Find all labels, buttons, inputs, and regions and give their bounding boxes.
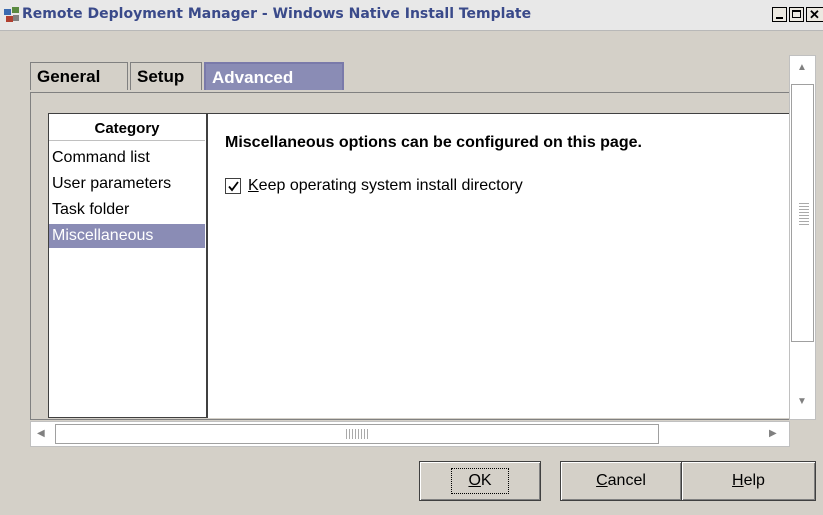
window-title: Remote Deployment Manager - Windows Nati… (22, 6, 532, 22)
checkmark-icon (228, 181, 239, 192)
minimize-icon (776, 17, 783, 19)
category-item-command-list[interactable]: Command list (49, 146, 205, 170)
horizontal-scrollbar[interactable]: ◀ ▶ (30, 421, 790, 447)
maximize-icon (792, 10, 801, 18)
ok-button[interactable]: OK (419, 461, 541, 501)
scroll-left-icon[interactable]: ◀ (37, 428, 45, 439)
scroll-down-icon[interactable]: ▼ (797, 396, 807, 407)
checkbox-mnemonic: K (248, 177, 259, 194)
checkbox-label-text: eep operating system install directory (258, 177, 523, 194)
rdm-app-icon (4, 7, 19, 22)
close-button[interactable]: ✕ (806, 7, 823, 22)
scroll-up-icon[interactable]: ▲ (797, 62, 807, 73)
help-mnemonic: H (732, 472, 744, 489)
vertical-scrollbar[interactable]: ▲ ▼ (789, 55, 816, 420)
options-pane: Miscellaneous options can be configured … (208, 113, 790, 418)
help-button[interactable]: Help (681, 461, 816, 501)
dialog-window: Remote Deployment Manager - Windows Nati… (0, 0, 823, 515)
tab-general[interactable]: General (30, 62, 128, 90)
category-header-divider (49, 140, 205, 141)
minimize-button[interactable] (772, 7, 787, 22)
help-label-rest: elp (743, 472, 765, 489)
keep-install-directory-checkbox[interactable] (225, 178, 241, 194)
thumb-grip-icon (799, 203, 809, 225)
maximize-button[interactable] (789, 7, 804, 22)
cancel-mnemonic: C (596, 472, 608, 489)
horizontal-scroll-thumb[interactable] (55, 424, 659, 444)
title-bar[interactable]: Remote Deployment Manager - Windows Nati… (0, 0, 823, 31)
keep-install-directory-label[interactable]: Keep operating system install directory (248, 177, 523, 195)
tab-advanced[interactable]: Advanced (204, 62, 344, 90)
category-list: Category Command list User parameters Ta… (48, 113, 206, 418)
ok-button-label: OK (451, 468, 509, 494)
cancel-label-rest: ancel (607, 472, 646, 489)
category-header: Category (94, 120, 160, 137)
close-icon: ✕ (809, 7, 820, 22)
category-item-user-parameters[interactable]: User parameters (49, 172, 205, 196)
category-item-task-folder[interactable]: Task folder (49, 198, 205, 222)
scroll-right-icon[interactable]: ▶ (769, 428, 777, 439)
ok-label-rest: K (480, 472, 492, 489)
page-heading: Miscellaneous options can be configured … (225, 134, 642, 151)
cancel-button[interactable]: Cancel (560, 461, 682, 501)
tab-setup[interactable]: Setup (130, 62, 202, 90)
vertical-scroll-thumb[interactable] (791, 84, 814, 342)
ok-mnemonic: O (468, 472, 481, 489)
category-item-miscellaneous[interactable]: Miscellaneous (49, 224, 205, 248)
thumb-grip-icon (346, 429, 368, 439)
